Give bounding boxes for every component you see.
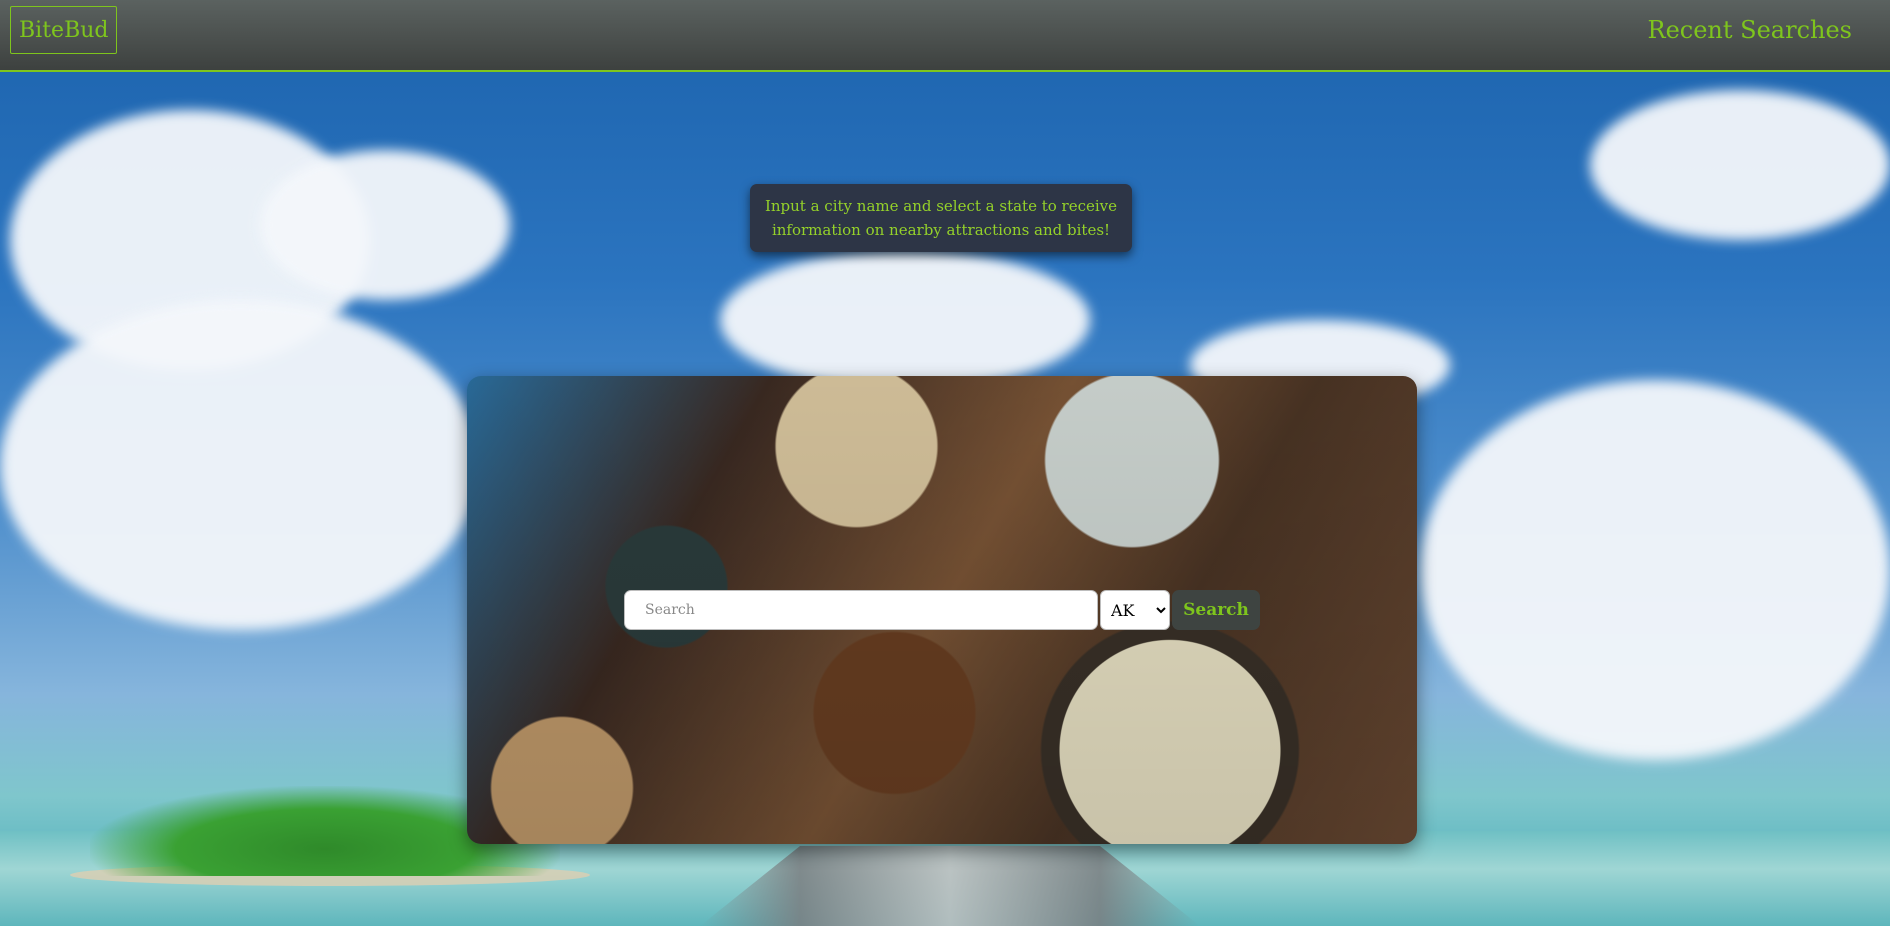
instruction-tooltip: Input a city name and select a state to … [750, 184, 1132, 252]
state-select[interactable]: AK [1100, 590, 1170, 630]
search-form: AK Search [624, 590, 1260, 630]
search-button[interactable]: Search [1172, 590, 1260, 630]
city-search-input[interactable] [624, 590, 1098, 630]
navbar: BiteBud Recent Searches [0, 0, 1890, 72]
brand-logo-link[interactable]: BiteBud [10, 6, 118, 54]
recent-searches-link[interactable]: Recent Searches [1648, 16, 1853, 44]
instruction-text: Input a city name and select a state to … [764, 197, 1118, 239]
